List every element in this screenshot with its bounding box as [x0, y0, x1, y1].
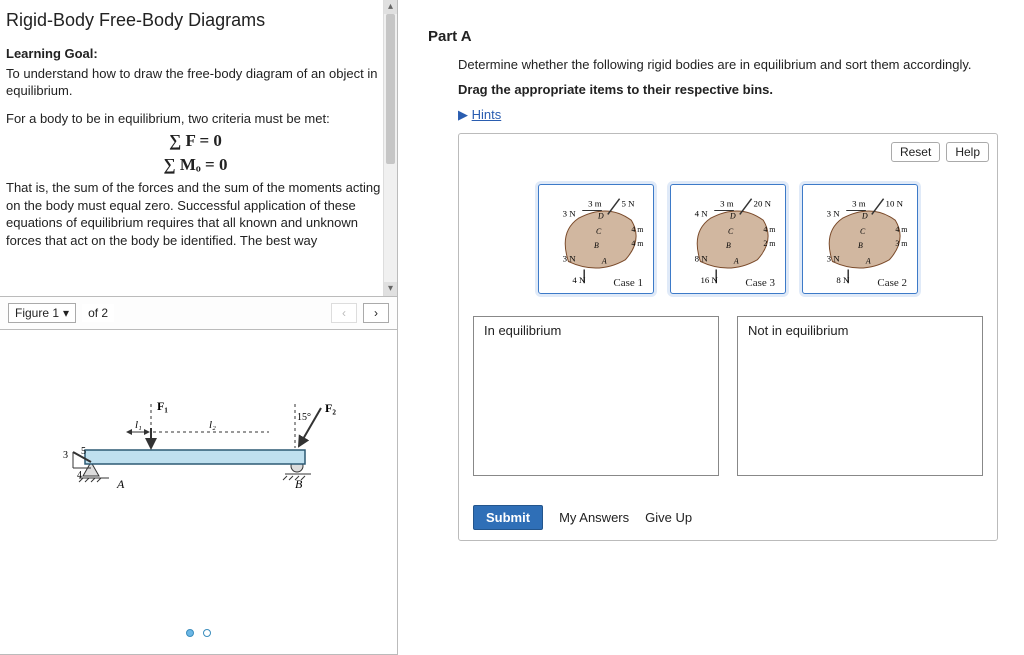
figure-pager: [0, 625, 397, 640]
figure-dot-1[interactable]: [186, 629, 194, 637]
equation-sum-m: ∑ Mₒ = 0: [6, 155, 385, 175]
svg-text:B: B: [594, 241, 599, 250]
right-panel: Part A Determine whether the following r…: [398, 0, 1024, 655]
figure-count: of 2: [82, 304, 114, 322]
figure-dot-2[interactable]: [203, 629, 211, 637]
scroll-thumb[interactable]: [386, 14, 395, 164]
svg-text:4 m: 4 m: [895, 225, 907, 234]
question-prompt: Determine whether the following rigid bo…: [458, 57, 1014, 72]
triangle-right-icon: ▶: [458, 107, 468, 122]
hints-toggle[interactable]: ▶ Hints: [458, 107, 1014, 123]
svg-text:8 N: 8 N: [695, 254, 709, 264]
svg-text:3 m: 3 m: [852, 199, 866, 209]
svg-text:C: C: [596, 227, 602, 236]
figure-area: F₁ F₂ 15° l₁ l₂ 3 4 5 A B: [0, 330, 397, 654]
equation-sum-f: ∑ F = 0: [6, 131, 385, 151]
beam-l1-label: l₁: [135, 419, 142, 431]
svg-text:5 N: 5 N: [622, 199, 636, 209]
learning-goal-text: To understand how to draw the free-body …: [6, 65, 385, 100]
hints-label: Hints: [472, 107, 502, 122]
left-scrollbar[interactable]: ▴ ▾: [383, 0, 397, 296]
draggable-case-2[interactable]: 3 m 3 N 10 N D C 4 m B 3 m 3 N A 8 N Case …: [802, 184, 918, 294]
beam-angle-label: 15°: [297, 412, 311, 423]
bin-not-in-equilibrium[interactable]: Not in equilibrium: [737, 316, 983, 476]
chevron-down-icon: ▾: [63, 306, 69, 320]
beam-l2-label: l₂: [209, 419, 216, 431]
case-label: Case 1: [613, 277, 643, 289]
my-answers-link[interactable]: My Answers: [559, 510, 629, 525]
svg-text:D: D: [729, 211, 736, 220]
bin-label-neq: Not in equilibrium: [748, 323, 848, 338]
svg-text:3 m: 3 m: [588, 199, 602, 209]
draggable-case-3[interactable]: 3 m 4 N 20 N D C 4 m B 2 m 8 N A 16 N Case…: [670, 184, 786, 294]
part-title: Part A: [428, 28, 1014, 45]
svg-text:B: B: [726, 241, 731, 250]
svg-text:4 m: 4 m: [763, 225, 775, 234]
svg-text:10 N: 10 N: [886, 199, 904, 209]
svg-text:B: B: [858, 241, 863, 250]
svg-text:3 N: 3 N: [563, 254, 577, 264]
beam-F2-label: F₂: [325, 401, 336, 415]
scroll-up-icon[interactable]: ▴: [384, 0, 397, 14]
chevron-left-icon: ‹: [342, 306, 346, 320]
figure-label: Figure 1: [15, 306, 59, 320]
case-label: Case 2: [877, 277, 907, 289]
reset-button[interactable]: Reset: [891, 142, 940, 162]
svg-text:A: A: [865, 257, 871, 266]
svg-text:4 N: 4 N: [695, 208, 709, 218]
svg-text:A: A: [601, 257, 607, 266]
beam-F1-label: F₁: [157, 399, 168, 413]
svg-text:D: D: [861, 211, 868, 220]
svg-text:A: A: [733, 257, 739, 266]
beam-diagram: F₁ F₂ 15° l₁ l₂ 3 4 5 A B: [39, 370, 359, 510]
left-panel: Rigid-Body Free-Body Diagrams Learning G…: [0, 0, 398, 655]
work-area: Reset Help 3 m 3 N 5 N D C 4 m B 4 m 3 N: [458, 133, 998, 541]
svg-text:3 N: 3 N: [827, 208, 841, 218]
svg-text:3 N: 3 N: [827, 254, 841, 264]
scroll-down-icon[interactable]: ▾: [384, 282, 397, 296]
svg-text:C: C: [860, 227, 866, 236]
drag-instruction: Drag the appropriate items to their resp…: [458, 82, 1014, 97]
left-content: Rigid-Body Free-Body Diagrams Learning G…: [0, 0, 397, 296]
chevron-right-icon: ›: [374, 306, 378, 320]
figure-prev-button[interactable]: ‹: [331, 303, 357, 323]
beam-A-label: A: [116, 477, 125, 491]
svg-text:3 m: 3 m: [895, 239, 907, 248]
svg-text:16 N: 16 N: [700, 275, 718, 285]
bin-in-equilibrium[interactable]: In equilibrium: [473, 316, 719, 476]
svg-text:2 m: 2 m: [763, 239, 775, 248]
figure-selector[interactable]: Figure 1 ▾: [8, 303, 76, 323]
figure-toolbar: Figure 1 ▾ of 2 ‹ ›: [0, 296, 397, 330]
action-row: Submit My Answers Give Up: [473, 505, 692, 530]
give-up-link[interactable]: Give Up: [645, 510, 692, 525]
svg-text:3 m: 3 m: [720, 199, 734, 209]
svg-text:4 m: 4 m: [631, 239, 643, 248]
beam-d5: 5: [81, 446, 86, 457]
figure-next-button[interactable]: ›: [363, 303, 389, 323]
explanation-text: That is, the sum of the forces and the s…: [6, 179, 385, 249]
svg-text:D: D: [597, 211, 604, 220]
svg-text:4 N: 4 N: [572, 275, 586, 285]
svg-text:C: C: [728, 227, 734, 236]
case-label: Case 3: [745, 277, 775, 289]
svg-text:3 N: 3 N: [563, 208, 577, 218]
bin-label-eq: In equilibrium: [484, 323, 561, 338]
drop-bins: In equilibrium Not in equilibrium: [473, 316, 983, 476]
draggable-case-1[interactable]: 3 m 3 N 5 N D C 4 m B 4 m 3 N A 4 N Case 1: [538, 184, 654, 294]
page-title: Rigid-Body Free-Body Diagrams: [6, 10, 385, 31]
svg-text:8 N: 8 N: [836, 275, 850, 285]
beam-d3: 3: [63, 450, 68, 461]
draggable-items-row: 3 m 3 N 5 N D C 4 m B 4 m 3 N A 4 N Case 1: [459, 184, 997, 294]
svg-text:20 N: 20 N: [754, 199, 772, 209]
svg-text:4 m: 4 m: [631, 225, 643, 234]
help-button[interactable]: Help: [946, 142, 989, 162]
criteria-intro: For a body to be in equilibrium, two cri…: [6, 110, 385, 128]
submit-button[interactable]: Submit: [473, 505, 543, 530]
learning-goal-label: Learning Goal:: [6, 45, 385, 63]
